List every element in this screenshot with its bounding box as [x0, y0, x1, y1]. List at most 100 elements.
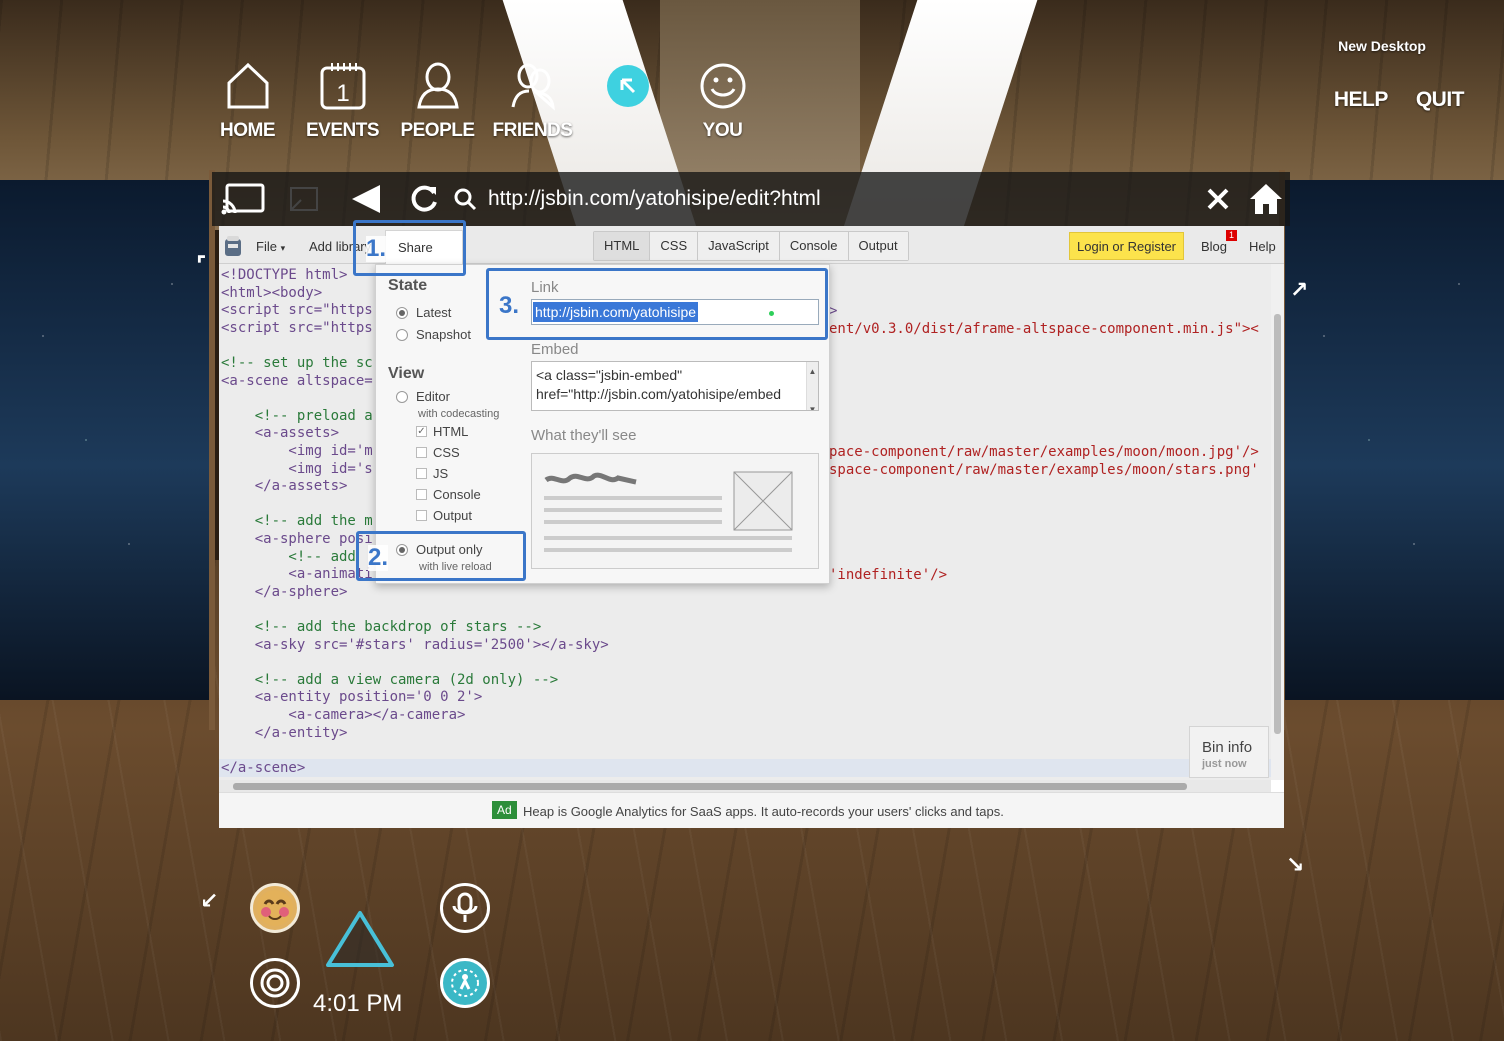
ad-link[interactable]: Heap is Google Analytics for SaaS apps. …	[523, 804, 1004, 819]
scroll-thumb[interactable]	[1274, 314, 1281, 734]
nav-cursor-mode[interactable]	[580, 60, 675, 142]
embed-textarea[interactable]: <a class="jsbin-embed" href="http://jsbi…	[531, 361, 819, 411]
code-line: <script src="https	[221, 319, 373, 336]
snapshot-radio[interactable]: Snapshot	[396, 327, 471, 342]
state-heading: State	[388, 277, 428, 294]
jsbin-logo-icon[interactable]	[224, 235, 242, 257]
tab-html[interactable]: HTML	[594, 232, 651, 260]
code-line: </a-entity>	[221, 724, 348, 741]
resize-corner-icon[interactable]: ↙	[200, 888, 218, 914]
active-line-highlight	[219, 759, 1271, 777]
code-line: <!-- add the m	[221, 513, 373, 530]
tab-javascript[interactable]: JavaScript	[698, 232, 780, 260]
code-line: </a-assets>	[221, 478, 348, 495]
code-line: <a-assets>	[221, 425, 340, 442]
code-line: <a-entity position='0 0 2'>	[221, 689, 483, 706]
tab-css[interactable]: CSS	[650, 232, 699, 260]
vertical-scrollbar[interactable]	[1271, 264, 1284, 780]
file-menu[interactable]: File ▾	[256, 239, 285, 254]
chevron-down-icon: ▾	[280, 243, 286, 253]
code-line: <!DOCTYPE html>	[221, 267, 348, 283]
camera-icon	[260, 968, 290, 998]
nav-events[interactable]: 1 EVENTS	[295, 60, 390, 142]
check-html[interactable]: ✓ HTML	[416, 424, 468, 439]
code-line: <a-animati	[221, 566, 373, 583]
code-line: <html><body>	[221, 284, 323, 301]
check-icon: ✓	[416, 426, 427, 437]
check-css[interactable]: CSS	[416, 445, 460, 460]
check-console[interactable]: Console	[416, 487, 481, 502]
editor-sub: with codecasting	[418, 408, 500, 420]
tab-output[interactable]: Output	[848, 232, 908, 260]
check-output[interactable]: Output	[416, 508, 472, 523]
friends-icon	[507, 60, 559, 112]
mic-button[interactable]	[440, 883, 490, 933]
mic-icon	[452, 892, 478, 922]
window-frame	[1279, 170, 1504, 730]
code-line: </a-sphere>	[221, 583, 348, 600]
bin-info-title: Bin info	[1202, 739, 1253, 756]
reload-icon[interactable]	[396, 183, 452, 215]
new-desktop-button[interactable]: New Desktop	[1334, 38, 1426, 54]
resize-corner-icon[interactable]: ⌜	[196, 252, 206, 278]
embed-scrollbar[interactable]: ▲ ▼	[806, 362, 818, 410]
blog-link[interactable]: Blog	[1201, 239, 1227, 254]
login-register-button[interactable]: Login or Register	[1069, 232, 1184, 260]
search-icon	[452, 187, 478, 211]
code-line: <a-scene altspace=	[221, 372, 373, 389]
nav-label: HOME	[220, 120, 276, 141]
preview-label: What they'll see	[531, 427, 637, 444]
code-line: <!-- add the backdrop of stars -->	[221, 619, 542, 635]
altspace-logo-icon[interactable]	[320, 905, 400, 975]
top-right-controls: New Desktop HELP QUIT	[1334, 38, 1465, 112]
nav-friends[interactable]: FRIENDS	[485, 60, 580, 142]
home-icon[interactable]	[1242, 182, 1290, 216]
cast-icon[interactable]	[212, 181, 274, 217]
tab-console[interactable]: Console	[779, 232, 849, 260]
top-nav: HOME 1 EVENTS PEOPLE FRIENDS YOU	[200, 60, 770, 142]
embed-label: Embed	[531, 341, 579, 358]
code-line: <!-- preload a	[221, 407, 373, 424]
resize-corner-icon[interactable]: ↘	[1286, 852, 1304, 878]
code-fragment: pace-component/raw/master/examples/moon/…	[829, 444, 1259, 460]
check-js[interactable]: JS	[416, 466, 448, 481]
blog-badge: 1	[1226, 230, 1238, 241]
latest-radio[interactable]: Latest	[396, 305, 451, 320]
window-frame	[0, 170, 215, 730]
browser-toolbar: http://jsbin.com/yatohisipe/edit?html	[212, 172, 1290, 226]
nav-home[interactable]: HOME	[200, 60, 295, 142]
nav-label: EVENTS	[305, 120, 380, 141]
url-field[interactable]: http://jsbin.com/yatohisipe/edit?html	[488, 187, 1194, 211]
code-line: <script src="https	[221, 302, 373, 319]
calendar-icon: 1	[317, 60, 369, 112]
horizontal-scrollbar[interactable]	[219, 780, 1271, 792]
code-line: <a-sky src='#stars' radius='2500'></a-sk…	[221, 636, 609, 653]
help-link[interactable]: Help	[1249, 239, 1276, 254]
camera-button[interactable]	[250, 958, 300, 1008]
bin-info-panel[interactable]: Bin info just now	[1189, 726, 1269, 778]
editor-radio[interactable]: Editor	[396, 389, 450, 404]
bin-info-time: just now	[1202, 758, 1247, 770]
cursor-mode-icon	[606, 65, 649, 107]
collapse-icon[interactable]	[274, 184, 334, 214]
back-icon[interactable]	[334, 183, 396, 215]
nav-label: YOU	[702, 120, 743, 141]
teleport-button[interactable]	[440, 958, 490, 1008]
code-line: <!-- set up the sc	[221, 355, 373, 371]
radio-selected-icon	[396, 306, 408, 319]
help-button[interactable]: HELP	[1334, 88, 1389, 112]
nav-you[interactable]: YOU	[675, 60, 770, 142]
scroll-thumb[interactable]	[233, 783, 1187, 790]
view-heading: View	[388, 365, 425, 382]
nav-label: FRIENDS	[492, 120, 573, 141]
avatar[interactable]	[250, 883, 300, 933]
code-line: <!-- add a view camera (2d only) -->	[221, 671, 559, 688]
callout-number: 1.	[366, 235, 387, 262]
callout-number: 2.	[368, 544, 389, 571]
smile-icon	[697, 60, 749, 112]
quit-button[interactable]: QUIT	[1416, 88, 1465, 112]
close-icon[interactable]	[1194, 187, 1242, 211]
resize-corner-icon[interactable]: ↗	[1290, 277, 1308, 303]
nav-people[interactable]: PEOPLE	[390, 60, 485, 142]
callout-number: 3.	[499, 292, 520, 319]
